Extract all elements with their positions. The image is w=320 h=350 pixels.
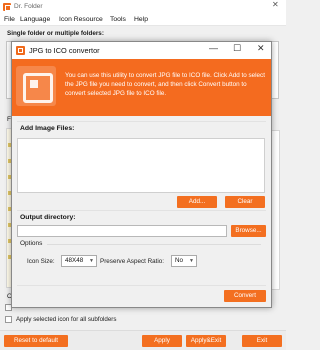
menu-language[interactable]: Language (20, 16, 50, 23)
folders-label: Single folder or multiple folders: (7, 30, 104, 37)
menu-help[interactable]: Help (134, 16, 148, 23)
menu-tools[interactable]: Tools (110, 16, 126, 23)
chevron-down-icon: ▼ (189, 258, 194, 264)
output-directory-label: Output directory: (20, 214, 76, 221)
apply-exit-button[interactable]: Apply&Exit (186, 335, 226, 347)
menu-bar: File Language Icon Resource Tools Help (0, 14, 286, 26)
options-divider (47, 244, 261, 245)
browse-button[interactable]: Browse... (231, 225, 266, 237)
main-close-icon[interactable]: ✕ (272, 0, 279, 9)
chevron-down-icon: ▼ (89, 258, 94, 264)
jpg-to-ico-dialog: JPG to ICO convertor — ☐ ✕ You can use t… (11, 41, 272, 308)
image-files-list[interactable] (17, 138, 265, 193)
apply-subfolders-checkbox[interactable] (5, 316, 12, 323)
close-icon[interactable]: ✕ (257, 43, 265, 54)
apply-button[interactable]: Apply (142, 335, 182, 347)
banner-text: You can use this utility to convert JPG … (65, 72, 265, 98)
preserve-aspect-value: No (175, 257, 184, 264)
options-label: Options (20, 240, 43, 247)
app-logo-icon (3, 3, 11, 11)
preserve-aspect-label: Preserve Aspect Ratio: (100, 258, 165, 265)
dialog-app-icon (16, 46, 25, 55)
icon-size-value: 48X48 (65, 257, 84, 264)
convert-button[interactable]: Convert (224, 290, 266, 302)
info-banner: You can use this utility to convert JPG … (12, 59, 271, 116)
converter-logo-icon (16, 66, 56, 106)
add-image-files-label: Add Image Files: (20, 125, 75, 132)
maximize-icon[interactable]: ☐ (233, 43, 241, 54)
exit-button[interactable]: Exit (242, 335, 282, 347)
reset-to-default-button[interactable]: Reset to default (4, 335, 68, 347)
menu-file[interactable]: File (4, 16, 15, 23)
minimize-icon[interactable]: — (209, 43, 218, 53)
dialog-title: JPG to ICO convertor (29, 46, 100, 55)
icon-size-select[interactable]: 48X48 ▼ (61, 255, 97, 267)
add-button[interactable]: Add... (177, 196, 217, 208)
apply-subfolders-row: Apply selected icon for all subfolders (5, 315, 116, 324)
main-title-bar: Dr. Folder (0, 0, 286, 14)
clear-button[interactable]: Clear (225, 196, 265, 208)
section-divider (17, 210, 266, 211)
main-window-title: Dr. Folder (14, 3, 43, 10)
menu-icon-resource[interactable]: Icon Resource (59, 16, 103, 23)
dialog-title-bar: JPG to ICO convertor — ☐ ✕ (12, 42, 271, 59)
main-button-bar: Reset to default Apply Apply&Exit Exit (0, 330, 286, 350)
preserve-aspect-select[interactable]: No ▼ (171, 255, 197, 267)
section-divider (17, 121, 266, 122)
section-divider (17, 285, 266, 286)
icon-size-label: Icon Size: (27, 258, 55, 265)
apply-subfolders-label: Apply selected icon for all subfolders (16, 316, 117, 323)
output-directory-input[interactable] (17, 225, 227, 237)
